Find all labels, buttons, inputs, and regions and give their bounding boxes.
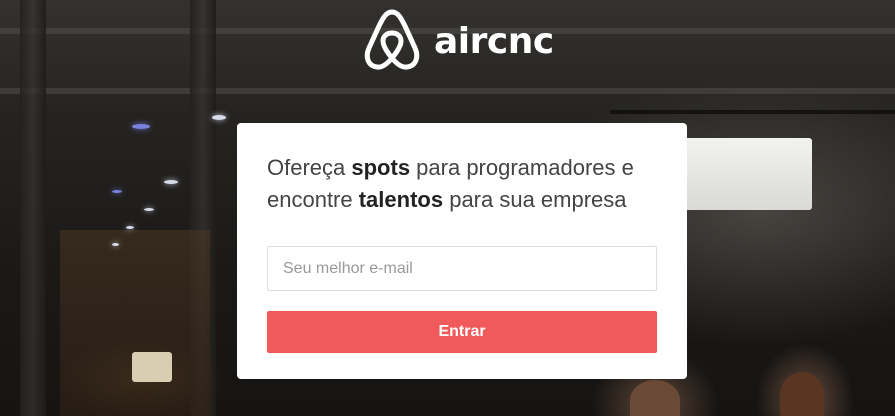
person — [630, 380, 680, 416]
ceiling-light — [144, 208, 154, 211]
chair — [132, 352, 172, 382]
ceiling-beam — [0, 88, 895, 94]
air-conditioner — [684, 138, 812, 210]
ceiling-light — [112, 190, 122, 193]
ceiling-light — [212, 115, 226, 120]
ceiling-light — [126, 226, 134, 229]
brand-name: aircnc — [434, 21, 554, 62]
signup-card: Ofereça spots para programadores e encon… — [237, 123, 687, 379]
airbnb-belo-icon — [362, 8, 422, 72]
wood-wall — [60, 230, 210, 416]
headline-emphasis-talentos: talentos — [358, 187, 444, 212]
person — [780, 372, 824, 416]
headline-emphasis-spots: spots — [351, 155, 411, 180]
ceiling-light — [164, 180, 178, 184]
submit-button[interactable]: Entrar — [267, 311, 657, 353]
brand-logo: aircnc — [362, 8, 554, 72]
email-input[interactable] — [267, 246, 657, 291]
headline: Ofereça spots para programadores e encon… — [267, 152, 657, 216]
headline-text: Ofereça — [267, 155, 352, 180]
ceiling-rail — [610, 110, 895, 114]
pillar — [20, 0, 46, 416]
headline-text: para sua empresa — [443, 187, 627, 212]
ceiling-light — [112, 243, 119, 246]
ceiling-light — [132, 124, 150, 129]
